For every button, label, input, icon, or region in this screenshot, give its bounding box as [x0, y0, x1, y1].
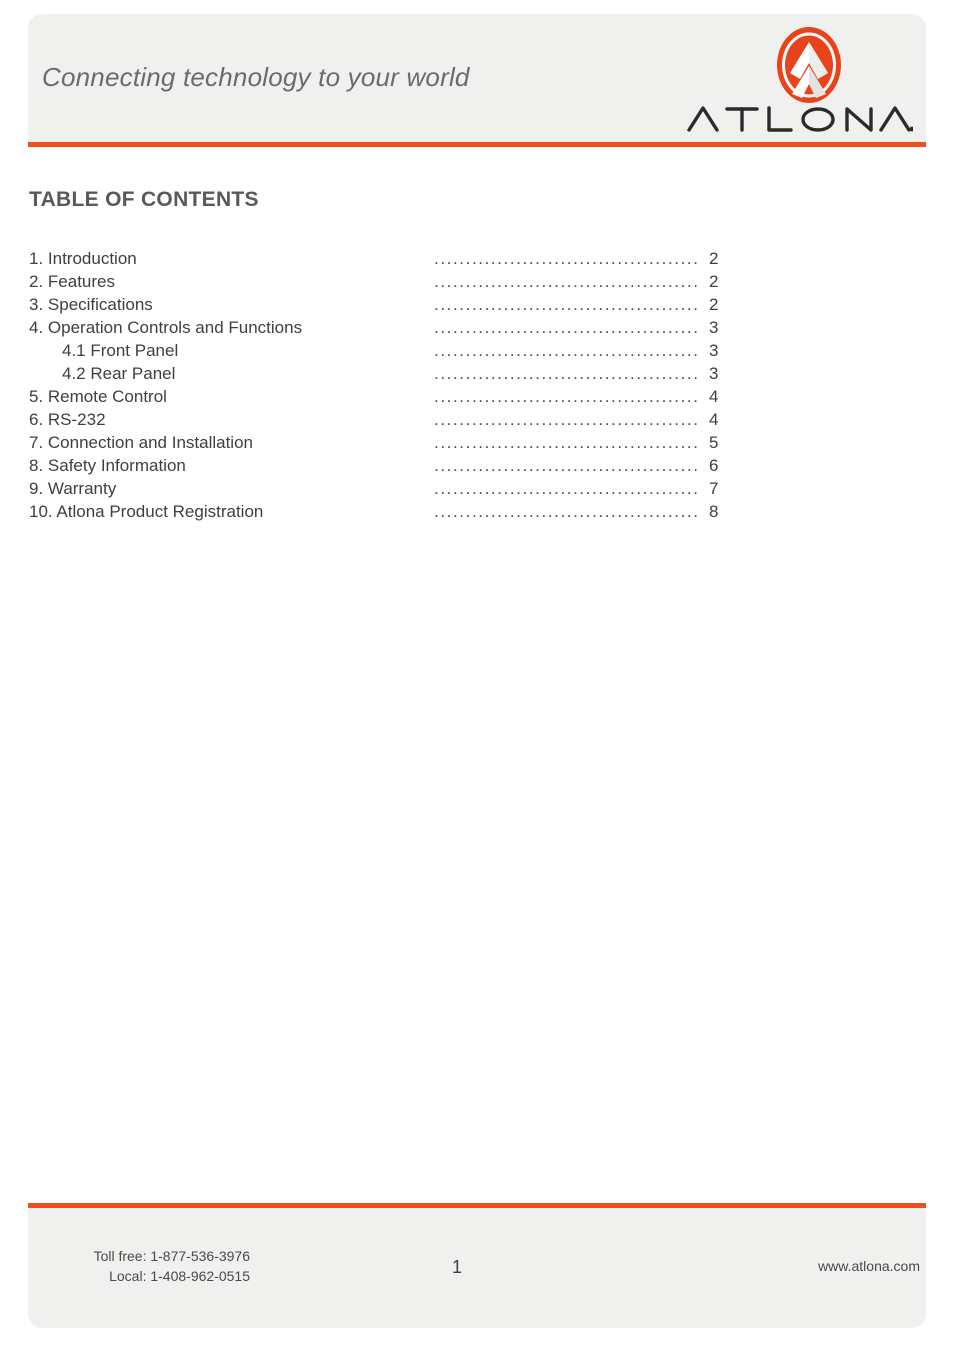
toc-entry-label: 4. Operation Controls and Functions [29, 318, 303, 337]
toc-entry-label: 4.2 Rear Panel [62, 364, 176, 383]
toc-entry[interactable]: 1. Introduction.........................… [29, 247, 729, 270]
toc-entry-page: 4 [709, 410, 719, 429]
toc-entry-label: 2. Features [29, 272, 115, 291]
toc-entry-label: 1. Introduction [29, 249, 137, 268]
toc-entry[interactable]: 10. Atlona Product Registration.........… [29, 500, 729, 523]
toc-entry-page: 8 [709, 502, 719, 521]
toc-entry[interactable]: 9. Warranty.............................… [29, 477, 729, 500]
atlona-wordmark [680, 102, 918, 136]
document-page: Connecting technology to your world TABL… [0, 0, 954, 1350]
toc-dot-leader: ........................................… [434, 456, 700, 475]
table-of-contents: 1. Introduction.........................… [29, 247, 729, 523]
page-title: TABLE OF CONTENTS [29, 188, 259, 211]
toc-entry-label: 3. Specifications [29, 295, 153, 314]
toc-entry-page: 2 [709, 295, 719, 314]
footer-contact: Toll free: 1-877-536-3976 Local: 1-408-9… [30, 1246, 250, 1286]
toc-entry-label: 9. Warranty [29, 479, 117, 498]
toc-entry[interactable]: 7. Connection and Installation..........… [29, 431, 729, 454]
toc-entry-page: 4 [709, 387, 719, 406]
toc-entry-label: 4.1 Front Panel [62, 341, 179, 360]
toc-entry-label: 8. Safety Information [29, 456, 186, 475]
footer-toll-free: Toll free: 1-877-536-3976 [93, 1248, 250, 1264]
toc-entry-page: 3 [709, 364, 719, 383]
toc-entry-page: 2 [709, 272, 719, 291]
atlona-logo [680, 26, 918, 136]
footer-local-phone: Local: 1-408-962-0515 [109, 1268, 250, 1284]
toc-entry[interactable]: 3. Specifications.......................… [29, 293, 729, 316]
toc-dot-leader: ........................................… [434, 364, 700, 383]
toc-entry-label: 5. Remote Control [29, 387, 167, 406]
header-tagline: Connecting technology to your world [42, 62, 470, 92]
toc-entry-page: 6 [709, 456, 719, 475]
toc-dot-leader: ........................................… [434, 410, 700, 429]
toc-entry[interactable]: 4.1 Front Panel.........................… [29, 339, 729, 362]
toc-dot-leader: ........................................… [434, 295, 700, 314]
toc-dot-leader: ........................................… [434, 479, 700, 498]
atlona-chevron-logo-icon [776, 26, 842, 104]
toc-entry[interactable]: 6. RS-232...............................… [29, 408, 729, 431]
toc-dot-leader: ........................................… [434, 502, 700, 521]
toc-entry[interactable]: 4.2 Rear Panel..........................… [29, 362, 729, 385]
toc-entry[interactable]: 4. Operation Controls and Functions.....… [29, 316, 729, 339]
toc-entry[interactable]: 2. Features.............................… [29, 270, 729, 293]
toc-entry-label: 10. Atlona Product Registration [29, 502, 264, 521]
toc-dot-leader: ........................................… [434, 387, 700, 406]
toc-entry-page: 3 [709, 318, 719, 337]
toc-entry-label: 6. RS-232 [29, 410, 106, 429]
toc-dot-leader: ........................................… [434, 272, 700, 291]
toc-dot-leader: ........................................… [434, 318, 700, 337]
toc-entry-page: 2 [709, 249, 719, 268]
footer-website: www.atlona.com [818, 1258, 920, 1274]
toc-entry[interactable]: 5. Remote Control.......................… [29, 385, 729, 408]
toc-dot-leader: ........................................… [434, 249, 700, 268]
toc-entry-page: 3 [709, 341, 719, 360]
header-accent-rule [28, 142, 926, 147]
toc-entry-page: 7 [709, 479, 719, 498]
toc-dot-leader: ........................................… [434, 341, 700, 360]
toc-entry-label: 7. Connection and Installation [29, 433, 253, 452]
toc-entry[interactable]: 8. Safety Information...................… [29, 454, 729, 477]
footer-page-number: 1 [452, 1257, 463, 1277]
toc-dot-leader: ........................................… [434, 433, 700, 452]
toc-entry-page: 5 [709, 433, 719, 452]
